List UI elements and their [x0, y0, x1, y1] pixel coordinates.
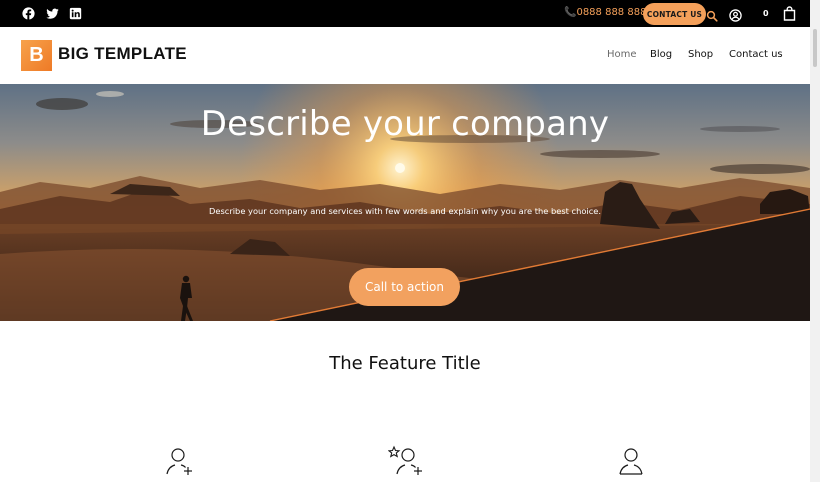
- user-icon: [617, 444, 647, 476]
- call-to-action-button[interactable]: Call to action: [349, 268, 460, 306]
- cart-count: 0: [763, 9, 769, 18]
- page: 📞0888 888 888 CONTACT US 0 B BIG TEMPLAT…: [0, 0, 820, 482]
- account-icon[interactable]: [729, 7, 742, 26]
- search-icon[interactable]: [706, 7, 718, 26]
- hero-title: Describe your company: [200, 104, 610, 144]
- top-bar: 📞0888 888 888 CONTACT US 0: [0, 0, 810, 27]
- phone-number[interactable]: 📞0888 888 888: [564, 7, 646, 18]
- feature-section-title: The Feature Title: [329, 353, 481, 374]
- nav-shop[interactable]: Shop: [688, 49, 713, 60]
- nav-blog[interactable]: Blog: [650, 49, 672, 60]
- add-user-icon: [165, 444, 195, 476]
- favorite-user-icon: [387, 444, 422, 476]
- facebook-icon[interactable]: [21, 6, 35, 20]
- scrollbar-thumb[interactable]: [813, 29, 817, 67]
- twitter-icon[interactable]: [45, 6, 59, 20]
- linkedin-icon[interactable]: [68, 6, 82, 20]
- logo-text[interactable]: BIG TEMPLATE: [58, 44, 187, 64]
- nav-home[interactable]: Home: [607, 49, 637, 60]
- nav-contact-us[interactable]: Contact us: [729, 49, 783, 60]
- hero-section: Describe your company Describe your comp…: [0, 84, 810, 321]
- hero-subtitle: Describe your company and services with …: [208, 206, 602, 216]
- site-header: B BIG TEMPLATE Home Blog Shop Contact us: [0, 27, 810, 84]
- cart-icon[interactable]: [783, 6, 796, 25]
- page-scrollbar[interactable]: [810, 0, 820, 482]
- logo-mark[interactable]: B: [21, 40, 52, 71]
- contact-us-button[interactable]: CONTACT US: [643, 3, 706, 25]
